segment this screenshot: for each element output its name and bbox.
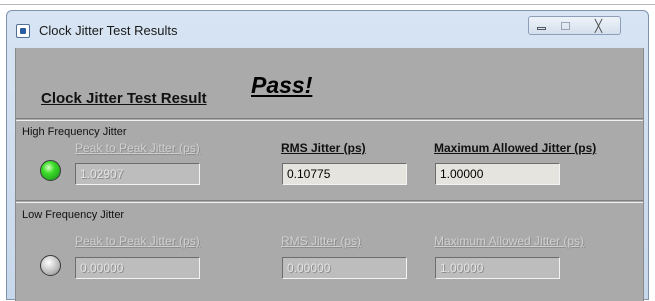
- test-result-label: Clock Jitter Test Result: [41, 90, 207, 107]
- dialog-client-area: Clock Jitter Test Result Pass! High Freq…: [15, 48, 644, 301]
- hf-peak-to-peak-field: 1.02907: [75, 163, 200, 185]
- lf-peak-to-peak-field: 0.00000: [75, 257, 200, 279]
- hf-rms-field[interactable]: 0.10775: [282, 163, 407, 185]
- low-frequency-status-led: [40, 255, 61, 276]
- lf-max-allowed-field: 1.00000: [435, 257, 560, 279]
- hf-peak-to-peak-label: Peak to Peak Jitter (ps): [75, 141, 200, 155]
- section-divider: [16, 200, 643, 203]
- high-frequency-section-label: High Frequency Jitter: [22, 126, 127, 138]
- section-divider: [16, 118, 643, 121]
- close-icon: ╳: [594, 18, 603, 33]
- dialog-window: Clock Jitter Test Results ╳ Clock Jitter…: [6, 10, 649, 301]
- high-frequency-status-led: [40, 160, 61, 181]
- maximize-icon: [560, 21, 570, 30]
- window-title: Clock Jitter Test Results: [39, 23, 178, 38]
- minimize-icon: [536, 26, 546, 30]
- hf-rms-label: RMS Jitter (ps): [281, 141, 366, 155]
- maximize-button[interactable]: [553, 16, 578, 35]
- minimize-button[interactable]: [528, 16, 554, 35]
- low-frequency-section-label: Low Frequency Jitter: [22, 209, 125, 221]
- lf-peak-to-peak-label: Peak to Peak Jitter (ps): [75, 234, 200, 248]
- lf-rms-field: 0.00000: [282, 257, 407, 279]
- lf-rms-label: RMS Jitter (ps): [281, 234, 362, 248]
- hf-max-allowed-label: Maximum Allowed Jitter (ps): [434, 141, 597, 155]
- hf-max-allowed-field[interactable]: 1.00000: [435, 163, 560, 185]
- top-divider: [0, 4, 655, 5]
- close-button[interactable]: ╳: [577, 16, 621, 35]
- test-result-status: Pass!: [251, 72, 313, 98]
- app-icon: [16, 24, 30, 38]
- lf-max-allowed-label: Maximum Allowed Jitter (ps): [434, 234, 585, 248]
